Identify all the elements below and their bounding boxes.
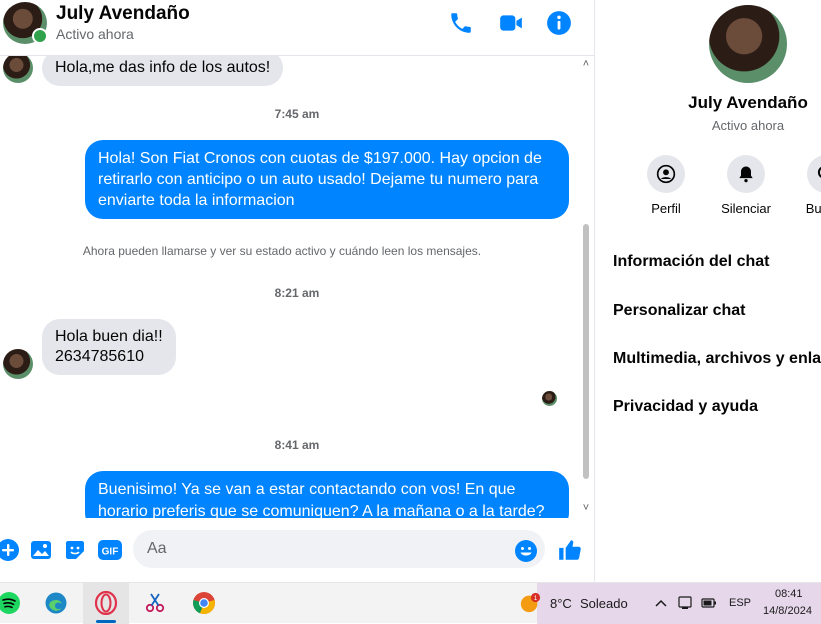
menu-chat-info[interactable]: Información del chat: [613, 253, 769, 271]
sticker-icon[interactable]: [63, 538, 87, 562]
message-incoming: Hola buen dia!! 2634785610: [42, 319, 176, 375]
spotify-icon[interactable]: [0, 591, 21, 615]
battery-icon[interactable]: [701, 595, 717, 611]
profile-label: Perfil: [651, 201, 681, 216]
snipping-tool-icon[interactable]: [143, 591, 167, 615]
like-icon[interactable]: [557, 537, 583, 563]
phone-icon[interactable]: [448, 10, 474, 36]
search-button[interactable]: Buscar: [786, 155, 821, 216]
message-outgoing: Hola! Son Fiat Cronos con cuotas de $197…: [85, 140, 569, 219]
message-line: 2634785610: [55, 348, 144, 365]
chat-header: July Avendaño Activo ahora: [0, 0, 594, 56]
message-line: Buenisimo! Ya se van a estar contactando…: [98, 481, 516, 498]
system-notice: Ahora pueden llamarse y ver su estado ac…: [82, 244, 482, 258]
image-icon[interactable]: [29, 538, 53, 562]
video-call-icon[interactable]: [498, 10, 524, 36]
menu-privacy-support[interactable]: Privacidad y ayuda: [613, 398, 758, 416]
timestamp: 8:21 am: [274, 286, 320, 300]
mute-button[interactable]: Silenciar: [706, 155, 786, 216]
profile-button[interactable]: Perfil: [626, 155, 706, 216]
chat-details-panel: July Avendaño Activo ahora Perfil Silenc…: [594, 0, 821, 582]
search-label: Buscar: [805, 201, 821, 216]
weather-icon[interactable]: 1: [519, 592, 541, 614]
message-list[interactable]: Hola,me das info de los autos! 7:45 am H…: [0, 56, 594, 518]
network-icon[interactable]: [677, 595, 693, 611]
weather-temperature[interactable]: 8°C: [550, 596, 572, 611]
clock-date[interactable]: 14/8/2024: [763, 605, 812, 617]
online-indicator: [32, 28, 48, 44]
message-line: horario preferis que se comuniquen? A la…: [98, 503, 545, 518]
weather-badge: 1: [534, 595, 538, 602]
weather-condition[interactable]: Soleado: [580, 596, 628, 611]
search-icon: [817, 166, 821, 178]
chat-scrollbar[interactable]: ˄ ˅: [580, 56, 592, 518]
contact-status: Activo ahora: [56, 26, 134, 42]
scroll-down-arrow[interactable]: ˅: [580, 502, 592, 514]
message-outgoing: Buenisimo! Ya se van a estar contactando…: [85, 471, 569, 518]
bell-icon: [739, 166, 753, 183]
menu-media-files-links[interactable]: Multimedia, archivos y enlaces: [613, 350, 821, 368]
gif-icon[interactable]: GIF: [97, 538, 123, 562]
message-incoming: Hola,me das info de los autos!: [42, 56, 284, 86]
chrome-icon[interactable]: [192, 591, 216, 615]
contact-name[interactable]: July Avendaño: [56, 3, 190, 25]
scroll-up-arrow[interactable]: ˄: [580, 58, 592, 70]
profile-status: Activo ahora: [711, 118, 785, 133]
language-indicator[interactable]: ESP: [729, 597, 751, 609]
gif-label: GIF: [102, 547, 119, 558]
read-receipt-avatar: [542, 391, 557, 406]
scroll-thumb[interactable]: [583, 224, 589, 479]
contact-avatar-small: [3, 56, 33, 83]
contact-avatar-small: [3, 349, 33, 379]
info-icon[interactable]: [546, 10, 572, 36]
windows-taskbar: 1 8°C Soleado ESP 08:41 14/8/2024: [0, 582, 821, 624]
edge-icon[interactable]: [44, 591, 68, 615]
emoji-icon[interactable]: [514, 539, 538, 563]
mute-label: Silenciar: [721, 201, 771, 216]
message-line: Hola buen dia!!: [55, 328, 163, 345]
clock-time[interactable]: 08:41: [775, 588, 803, 600]
message-input[interactable]: [133, 530, 545, 568]
timestamp: 8:41 am: [274, 438, 320, 452]
timestamp: 7:45 am: [274, 107, 320, 121]
profile-name: July Avendaño: [688, 93, 808, 112]
chevron-up-icon[interactable]: [653, 595, 669, 611]
opera-icon[interactable]: [94, 591, 118, 615]
profile-avatar[interactable]: [709, 5, 787, 83]
plus-icon[interactable]: [0, 538, 20, 562]
profile-icon: [656, 164, 676, 184]
message-composer: GIF: [0, 518, 594, 582]
menu-customize-chat[interactable]: Personalizar chat: [613, 302, 746, 320]
